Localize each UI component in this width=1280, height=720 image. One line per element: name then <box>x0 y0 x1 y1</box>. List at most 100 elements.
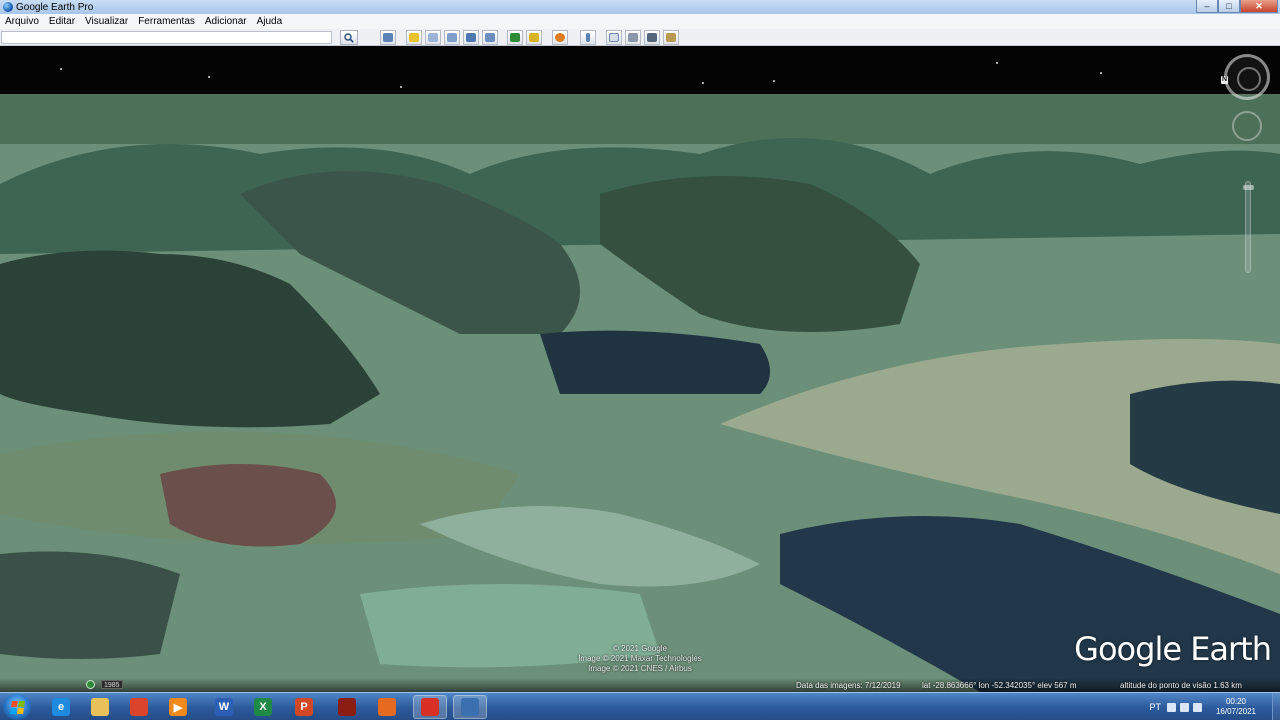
history-year-badge[interactable]: 1985 <box>101 680 123 689</box>
print-button[interactable] <box>625 30 641 45</box>
maps-button[interactable] <box>663 30 679 45</box>
title-bar: Google Earth Pro – □ ✕ <box>0 0 1280 14</box>
taskbar-app-red[interactable] <box>122 695 156 719</box>
excel-icon: X <box>254 698 272 716</box>
imagery-credits: © 2021 Google Image © 2021 Maxar Technol… <box>560 644 720 674</box>
terrain-imagery <box>0 94 1280 692</box>
taskbar-app-dark[interactable] <box>330 695 364 719</box>
placemark-icon <box>409 33 419 42</box>
polygon-icon <box>428 33 438 42</box>
taskbar-word[interactable]: W <box>207 695 241 719</box>
look-joystick[interactable] <box>1232 111 1262 141</box>
app-dark-icon <box>338 698 356 716</box>
north-indicator[interactable]: N <box>1221 76 1228 84</box>
navigation-ring[interactable] <box>1224 54 1270 100</box>
google-earth-logo: Google Earth <box>1074 630 1272 668</box>
image-overlay-button[interactable] <box>463 30 479 45</box>
sidebar-button[interactable] <box>380 30 396 45</box>
tour-icon <box>485 33 495 42</box>
flag-icon[interactable] <box>1180 702 1189 712</box>
star <box>773 80 775 82</box>
print-icon <box>628 33 638 42</box>
zoom-slider[interactable] <box>1243 181 1254 273</box>
minimize-button[interactable]: – <box>1196 0 1218 13</box>
path-icon <box>447 33 457 42</box>
menu-ajuda[interactable]: Ajuda <box>252 16 288 27</box>
show-desktop-button[interactable] <box>1272 693 1280 720</box>
eye-altitude: altitude do ponto de visão 1.63 km <box>1120 681 1242 690</box>
save-image-icon <box>647 33 657 42</box>
taskbar-file-explorer[interactable] <box>83 695 117 719</box>
save-image-button[interactable] <box>644 30 660 45</box>
historical-imagery-button[interactable] <box>507 30 523 45</box>
network-icon[interactable] <box>1167 702 1176 712</box>
menu-ferramentas[interactable]: Ferramentas <box>133 16 200 27</box>
email-button[interactable] <box>606 30 622 45</box>
language-indicator[interactable]: PT <box>1149 702 1161 712</box>
taskbar-chrome[interactable] <box>413 695 447 719</box>
sunlight-button[interactable] <box>526 30 542 45</box>
imagery-date: Data das imagens: 7/12/2019 <box>796 681 901 690</box>
taskbar-internet-explorer[interactable]: e <box>44 695 78 719</box>
path-button[interactable] <box>444 30 460 45</box>
star <box>996 62 998 64</box>
search-button[interactable] <box>340 30 358 45</box>
credit-line: Image © 2021 CNES / Airbus <box>588 664 692 673</box>
earth-3d-view[interactable]: N © 2021 Google Image © 2021 Maxar Techn… <box>0 46 1280 692</box>
status-bar: 1985 Data das imagens: 7/12/2019 lat -28… <box>0 678 1280 692</box>
windows-logo-icon <box>9 700 25 714</box>
google-earth-pro-icon <box>461 698 479 716</box>
powerpoint-icon: P <box>295 698 313 716</box>
sky <box>0 46 1280 96</box>
toolbar <box>0 29 1280 46</box>
google-earth-window: Google Earth Pro – □ ✕ Arquivo Editar Vi… <box>0 0 1280 720</box>
tour-button[interactable] <box>482 30 498 45</box>
polygon-button[interactable] <box>425 30 441 45</box>
window-title: Google Earth Pro <box>16 1 94 13</box>
menu-editar[interactable]: Editar <box>44 16 80 27</box>
placemark-button[interactable] <box>406 30 422 45</box>
taskbar-google-earth-pro[interactable] <box>453 695 487 719</box>
google-earth-icon <box>3 2 13 12</box>
start-button[interactable] <box>3 694 31 720</box>
volume-icon[interactable] <box>1193 702 1202 712</box>
star <box>60 68 62 70</box>
ruler-button[interactable] <box>580 30 596 45</box>
email-icon <box>609 33 619 42</box>
taskbar-excel[interactable]: X <box>246 695 280 719</box>
clock[interactable]: 00:20 16/07/2021 <box>1206 697 1266 717</box>
zoom-slider-handle[interactable] <box>1243 185 1254 190</box>
close-button[interactable]: ✕ <box>1240 0 1278 13</box>
maximize-button[interactable]: □ <box>1218 0 1240 13</box>
menu-arquivo[interactable]: Arquivo <box>0 16 44 27</box>
sunlight-icon <box>529 33 539 42</box>
ruler-icon <box>586 33 590 42</box>
credit-line: © 2021 Google <box>613 644 667 653</box>
search-icon <box>344 32 354 43</box>
taskbar-media-player[interactable]: ▶ <box>161 695 195 719</box>
cursor-coordinates: lat -28.863666° lon -52.342035° elev 567… <box>922 681 1077 690</box>
historical-imagery-icon[interactable] <box>86 680 95 689</box>
clock-time: 00:20 <box>1225 697 1247 706</box>
historical-imagery-icon <box>510 33 520 42</box>
window-controls: – □ ✕ <box>1196 0 1278 13</box>
windows-taskbar: e ▶ W X P PT 00:20 16/07/2021 <box>0 692 1280 720</box>
word-icon: W <box>215 698 233 716</box>
menu-visualizar[interactable]: Visualizar <box>80 16 133 27</box>
star <box>400 86 402 88</box>
menu-bar: Arquivo Editar Visualizar Ferramentas Ad… <box>0 14 1280 29</box>
firefox-icon <box>378 698 396 716</box>
taskbar-firefox[interactable] <box>370 695 404 719</box>
menu-adicionar[interactable]: Adicionar <box>200 16 252 27</box>
planets-icon <box>555 33 565 42</box>
file-explorer-icon <box>91 698 109 716</box>
system-tray: PT 00:20 16/07/2021 <box>1149 693 1280 720</box>
star <box>1100 72 1102 74</box>
media-player-icon: ▶ <box>169 698 187 716</box>
internet-explorer-icon: e <box>52 698 70 716</box>
planets-button[interactable] <box>552 30 568 45</box>
search-input[interactable] <box>1 31 332 44</box>
star <box>702 82 704 84</box>
app-red-icon <box>130 698 148 716</box>
taskbar-powerpoint[interactable]: P <box>287 695 321 719</box>
